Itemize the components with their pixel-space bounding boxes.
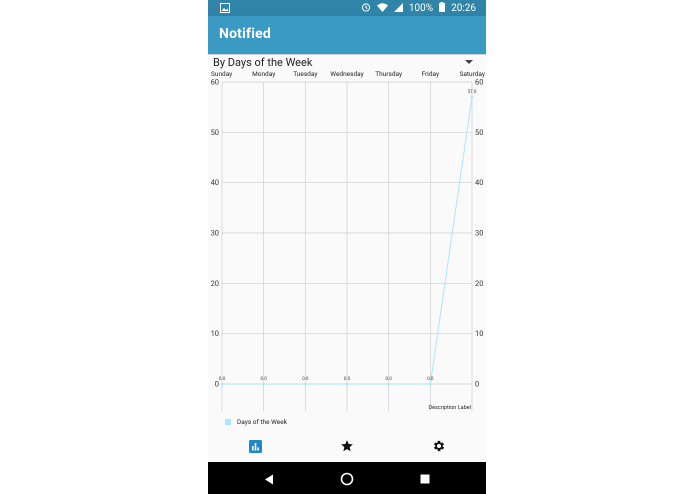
y-tick-label-right: 60 [475,78,483,87]
data-point [387,382,390,386]
data-point [429,382,432,386]
data-point [345,382,349,386]
data-point [220,382,224,386]
legend-swatch [225,419,231,425]
star-icon [341,440,353,452]
y-tick-label-left: 40 [211,178,219,187]
clock-time: 20:26 [451,3,476,14]
bar-chart-icon [248,439,262,453]
y-tick-label-right: 30 [475,229,483,238]
y-tick-label-right: 0 [475,380,479,389]
data-label: 0.0 [344,376,351,382]
chart-description: Description Label [428,405,471,411]
y-tick-label-left: 30 [211,229,219,238]
phone-screen: 100% 20:26 Notified By Days of the Week … [208,0,486,494]
wifi-icon [376,2,388,15]
data-label: 0.0 [261,376,268,382]
battery-icon [439,2,446,15]
signal-icon [393,2,403,15]
data-point [304,382,307,386]
system-navigation-bar [208,462,486,494]
gear-icon [433,440,445,452]
data-point [262,382,265,386]
chart-legend: Days of the Week [225,418,287,426]
legend-label: Days of the Week [237,418,287,426]
y-tick-label-left: 60 [211,78,219,87]
data-label: 0.0 [219,376,226,382]
alarm-icon [361,2,371,15]
y-tick-label-right: 50 [475,128,483,137]
x-tick-label: Sunday [211,70,232,78]
back-icon[interactable] [262,472,276,486]
y-tick-label-right: 10 [475,329,483,338]
data-point [470,95,474,99]
image-icon [220,3,230,16]
y-tick-label-left: 20 [211,279,219,288]
battery-percent: 100% [408,3,434,14]
status-bar: 100% 20:26 [208,0,486,16]
x-tick-label: Tuesday [293,70,317,78]
data-label: 0.0 [386,376,393,382]
x-tick-label: Thursday [375,70,402,78]
x-tick-label: Monday [252,70,275,78]
nav-item-favorites[interactable] [337,438,357,454]
y-tick-label-left: 50 [211,128,219,137]
chart-canvas: 0 010 1020 2030 3040 4050 5060 60Sunday Monday Tu… [211,70,485,411]
y-tick-label-right: 20 [475,279,483,288]
recents-icon[interactable] [418,472,432,486]
x-tick-label: Wednesday [330,70,363,78]
app-title: Notified [219,26,271,42]
data-label: 57.0 [468,89,477,95]
app-bar: Notified [208,16,486,54]
line-chart: 0 0 10 10 20 20 30 30 40 40 50 50 60 60 Sunday Monday Tu… [208,68,486,428]
home-icon[interactable] [340,472,354,486]
y-tick-label-left: 10 [211,329,219,338]
data-label: 0.0 [302,376,309,382]
x-tick-label: Friday [422,70,440,78]
nav-item-settings[interactable] [429,438,449,454]
data-label: 0.0 [427,376,434,382]
nav-item-statistics[interactable] [245,438,265,454]
dropdown-caret-icon [465,60,473,64]
y-tick-label-right: 40 [475,178,483,187]
x-tick-label: Saturday [460,70,485,78]
bottom-navigation [208,432,486,462]
